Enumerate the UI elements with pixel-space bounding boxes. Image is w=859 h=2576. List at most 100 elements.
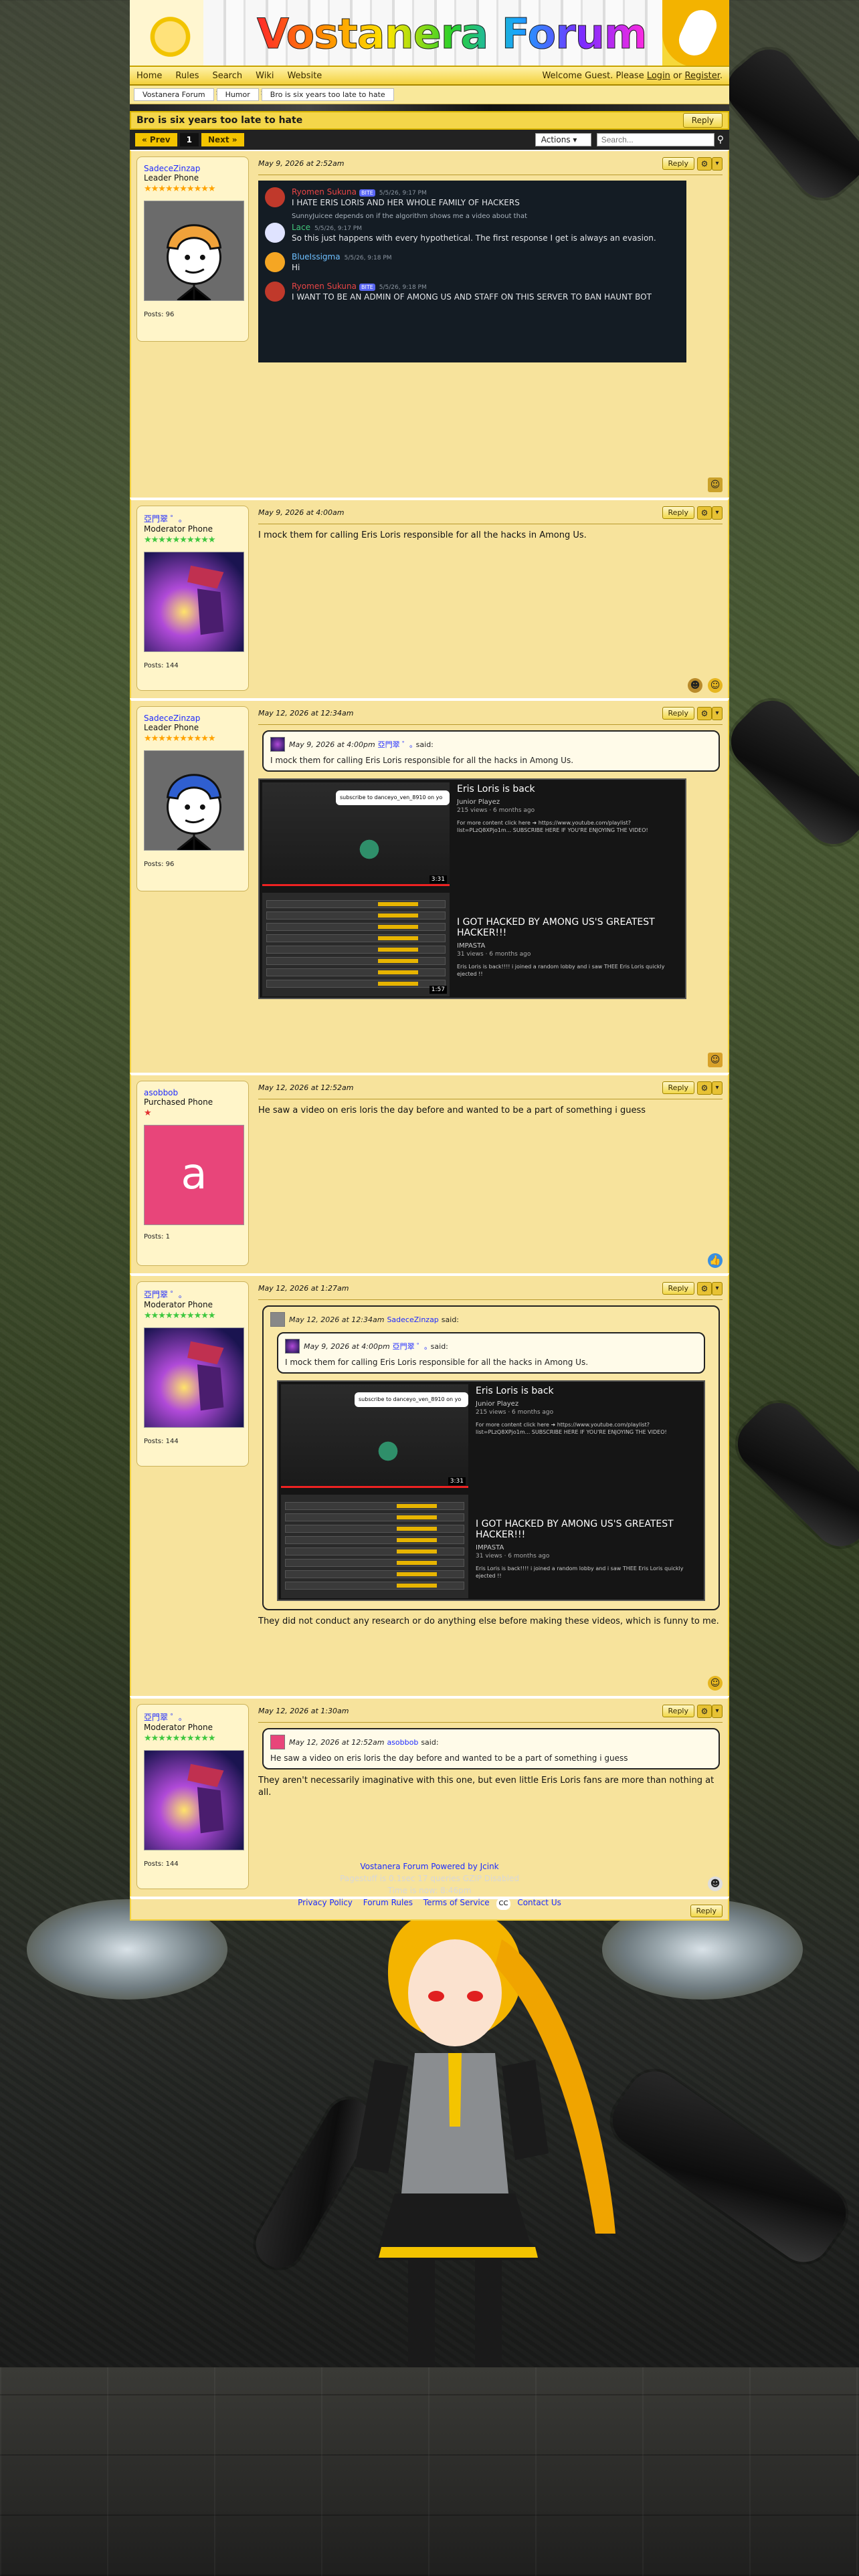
user-role: Moderator Phone	[144, 1300, 213, 1309]
youtube-embed[interactable]: subscribe to danceyo_ven_8910 on yo 3:31…	[277, 1380, 705, 1601]
nav-home[interactable]: Home	[136, 71, 162, 81]
prev-page-button[interactable]: « Prev	[135, 133, 177, 146]
nav-search[interactable]: Search	[212, 71, 242, 81]
quote-author-link[interactable]: 亞門翠 ゜｡	[378, 739, 413, 750]
chevron-down-icon[interactable]: ▾	[712, 1704, 723, 1718]
quote-author-link[interactable]: asobbob	[387, 1738, 418, 1747]
avatar[interactable]	[144, 201, 244, 302]
breadcrumb-forum[interactable]: Vostanera Forum	[134, 88, 219, 101]
actions-dropdown[interactable]: Actions ▾	[535, 133, 591, 146]
nav-rules[interactable]: Rules	[175, 71, 199, 81]
video-channel[interactable]: Junior Playez	[457, 798, 678, 806]
header-strip	[130, 104, 729, 111]
post-content: May 12, 2026 at 1:30am Reply ⚙ ▾ May 12,…	[258, 1704, 723, 1799]
rank-stars: ★★★★★★★★★★	[144, 535, 216, 545]
gear-icon[interactable]: ⚙	[697, 1704, 712, 1718]
video-channel[interactable]: IMPASTA	[457, 942, 678, 950]
video-channel[interactable]: Junior Playez	[476, 1400, 697, 1408]
reply-button[interactable]: Reply	[662, 157, 694, 170]
reply-button[interactable]: Reply	[662, 1705, 694, 1717]
video-thumbnail[interactable]: 1:57	[262, 893, 450, 996]
rank-stars: ★★★★★★★★★★	[144, 184, 216, 194]
reaction-icon[interactable]: ☺	[708, 1676, 723, 1691]
footer-link-contact[interactable]: Contact Us	[517, 1898, 561, 1907]
breadcrumb-thread[interactable]: Bro is six years too late to hate	[261, 88, 394, 101]
gear-icon[interactable]: ⚙	[697, 1081, 712, 1095]
video-title[interactable]: Eris Loris is back	[476, 1386, 697, 1396]
reply-button[interactable]: Reply	[662, 1081, 694, 1094]
forum-wrapper: Vostanera Forum Home Rules Search Wiki W…	[130, 0, 729, 1921]
reaction-icon[interactable]: ☺	[708, 678, 723, 693]
avatar[interactable]	[144, 1327, 244, 1428]
footer-link-rules[interactable]: Forum Rules	[363, 1898, 413, 1907]
footer-time: Time is now: 8:46pm	[387, 1886, 472, 1895]
post-meta: May 12, 2026 at 12:34am Reply ⚙ ▾	[258, 706, 723, 725]
username-link[interactable]: SadeceZinzap	[144, 714, 242, 723]
username-link[interactable]: 亞門翠 ゜｡	[144, 1289, 242, 1300]
gear-icon[interactable]: ⚙	[697, 1281, 712, 1295]
nav-wiki[interactable]: Wiki	[256, 71, 274, 81]
breadcrumb-humor[interactable]: Humor	[216, 88, 264, 101]
quote-block: May 12, 2026 at 12:52am asobbob said: He…	[262, 1728, 720, 1769]
header-mascot-left	[130, 0, 203, 66]
site-header: Vostanera Forum	[130, 0, 729, 67]
page-number[interactable]: 1	[179, 133, 199, 146]
footer-link-tos[interactable]: Terms of Service	[423, 1898, 490, 1907]
search-icon[interactable]: ⚲	[717, 134, 724, 145]
chevron-down-icon[interactable]: ▾	[712, 1281, 723, 1295]
video-title[interactable]: I GOT HACKED BY AMONG US'S GREATEST HACK…	[476, 1519, 697, 1540]
gear-icon[interactable]: ⚙	[697, 706, 712, 720]
username-link[interactable]: asobbob	[144, 1088, 242, 1097]
site-title[interactable]: Vostanera Forum	[257, 9, 648, 59]
reaction-icon[interactable]: 👍	[708, 1253, 723, 1268]
video-channel[interactable]: IMPASTA	[476, 1544, 697, 1551]
discord-avatar	[265, 252, 285, 272]
video-thumbnail[interactable]: subscribe to danceyo_ven_8910 on yo 3:31	[281, 1384, 468, 1488]
footer-link-privacy[interactable]: Privacy Policy	[298, 1898, 353, 1907]
username-link[interactable]: 亞門翠 ゜｡	[144, 1711, 242, 1723]
chevron-down-icon[interactable]: ▾	[712, 1081, 723, 1095]
post-date: May 12, 2026 at 1:30am	[258, 1707, 349, 1715]
quote-author-link[interactable]: SadeceZinzap	[387, 1315, 438, 1324]
video-title[interactable]: I GOT HACKED BY AMONG US'S GREATEST HACK…	[457, 917, 678, 938]
video-thumbnail[interactable]: subscribe to danceyo_ven_8910 on yo 3:31	[262, 782, 450, 886]
username-link[interactable]: SadeceZinzap	[144, 164, 242, 173]
discord-message: BlueIssigma 5/5/26, 9:18 PM Hi	[265, 252, 680, 272]
search-input[interactable]	[596, 133, 714, 146]
avatar[interactable]	[144, 750, 244, 851]
next-page-button[interactable]: Next »	[201, 133, 244, 146]
reaction-icon[interactable]: ☺	[708, 477, 723, 492]
youtube-embed[interactable]: subscribe to danceyo_ven_8910 on yo 3:31…	[258, 778, 686, 999]
chevron-down-icon[interactable]: ▾	[712, 506, 723, 520]
gear-icon[interactable]: ⚙	[697, 506, 712, 520]
footer-links: Privacy Policy Forum Rules Terms of Serv…	[0, 1897, 859, 1910]
reply-button[interactable]: Reply	[662, 707, 694, 720]
quote-text: He saw a video on eris loris the day bef…	[270, 1753, 628, 1763]
chevron-down-icon[interactable]: ▾	[712, 706, 723, 720]
login-link[interactable]: Login	[647, 71, 670, 81]
user-role: Moderator Phone	[144, 524, 213, 534]
nav-website[interactable]: Website	[287, 71, 322, 81]
video-info: Eris Loris is back Junior Playez 215 vie…	[457, 784, 678, 834]
avatar[interactable]	[144, 1750, 244, 1850]
register-link[interactable]: Register	[685, 71, 720, 81]
footer-powered-by[interactable]: Vostanera Forum Powered by Jcink	[0, 1860, 859, 1872]
gear-icon[interactable]: ⚙	[697, 156, 712, 171]
avatar[interactable]: a	[144, 1125, 244, 1225]
reply-button[interactable]: Reply	[662, 506, 694, 519]
user-info: SadeceZinzap Leader Phone ★★★★★★★★★★ Pos…	[136, 156, 249, 342]
username-link[interactable]: 亞門翠 ゜｡	[144, 513, 242, 524]
header-mascot-right	[662, 0, 729, 66]
quote-author-link[interactable]: 亞門翠 ゜｡	[393, 1341, 428, 1352]
video-thumbnail[interactable]	[281, 1495, 468, 1598]
reaction-icon[interactable]: ☻	[688, 678, 702, 693]
rank-stars: ★★★★★★★★★★	[144, 1733, 216, 1743]
avatar[interactable]	[144, 552, 244, 652]
reply-button-top[interactable]: Reply	[682, 113, 723, 128]
chevron-down-icon[interactable]: ▾	[712, 156, 723, 171]
reply-button[interactable]: Reply	[662, 1282, 694, 1295]
cc-icon: CC	[496, 1898, 511, 1910]
video-title[interactable]: Eris Loris is back	[457, 784, 678, 794]
bg-gun-lower-right	[727, 1392, 859, 1558]
reaction-icon[interactable]: ☺	[708, 1053, 723, 1067]
